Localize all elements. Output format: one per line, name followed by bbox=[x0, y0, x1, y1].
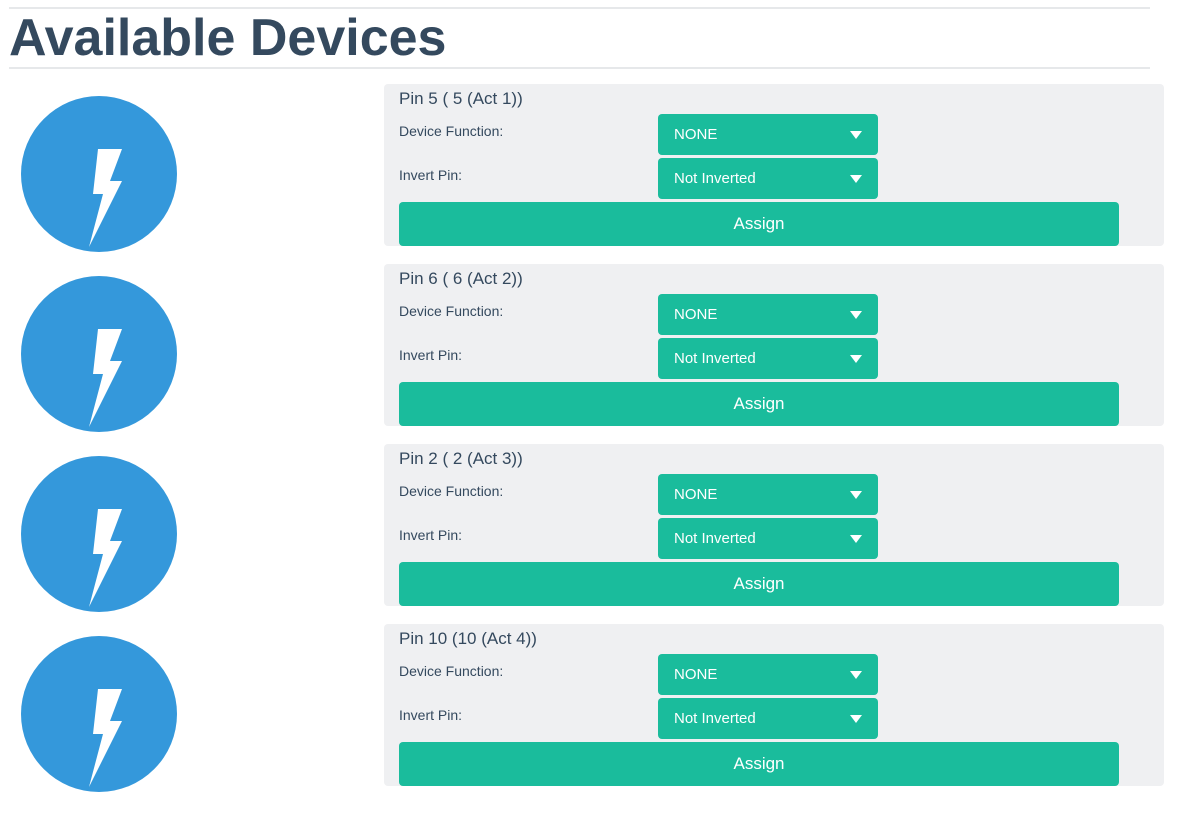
invert-pin-select[interactable]: Not Inverted bbox=[658, 338, 878, 379]
device-title: Pin 2 ( 2 (Act 3)) bbox=[399, 449, 523, 468]
device-avatar bbox=[21, 96, 177, 252]
invert-pin-label: Invert Pin: bbox=[399, 347, 463, 363]
invert-pin-value: Not Inverted bbox=[674, 530, 756, 547]
device-row: Pin 10 (10 (Act 4)) Device Function: NON… bbox=[0, 624, 1196, 792]
device-row: Pin 6 ( 6 (Act 2)) Device Function: NONE… bbox=[0, 264, 1196, 432]
chevron-down-icon bbox=[850, 491, 862, 499]
assign-button[interactable]: Assign bbox=[399, 202, 1119, 246]
lightning-bolt-icon bbox=[89, 689, 122, 787]
device-function-label: Device Function: bbox=[399, 123, 504, 139]
invert-pin-select[interactable]: Not Inverted bbox=[658, 518, 878, 559]
device-function-value: NONE bbox=[674, 486, 718, 503]
assign-button[interactable]: Assign bbox=[399, 742, 1119, 786]
device-function-label: Device Function: bbox=[399, 303, 504, 319]
invert-pin-value: Not Inverted bbox=[674, 350, 756, 367]
header-bottom-divider bbox=[9, 67, 1150, 69]
device-avatar bbox=[21, 636, 177, 792]
device-avatar bbox=[21, 456, 177, 612]
device-title: Pin 10 (10 (Act 4)) bbox=[399, 629, 537, 648]
lightning-bolt-icon bbox=[89, 329, 122, 427]
device-function-value: NONE bbox=[674, 306, 718, 323]
chevron-down-icon bbox=[850, 175, 862, 183]
device-card-pin-2: Pin 2 ( 2 (Act 3)) Device Function: NONE… bbox=[384, 444, 1164, 606]
invert-pin-label: Invert Pin: bbox=[399, 167, 463, 183]
available-devices-page: Available Devices Pin 5 ( 5 (Act 1)) Dev… bbox=[0, 0, 1196, 832]
device-avatar bbox=[21, 276, 177, 432]
invert-pin-select[interactable]: Not Inverted bbox=[658, 158, 878, 199]
invert-pin-label: Invert Pin: bbox=[399, 527, 463, 543]
device-row: Pin 5 ( 5 (Act 1)) Device Function: NONE… bbox=[0, 84, 1196, 252]
assign-button[interactable]: Assign bbox=[399, 382, 1119, 426]
device-card-pin-6: Pin 6 ( 6 (Act 2)) Device Function: NONE… bbox=[384, 264, 1164, 426]
device-card-pin-5: Pin 5 ( 5 (Act 1)) Device Function: NONE… bbox=[384, 84, 1164, 246]
assign-button[interactable]: Assign bbox=[399, 562, 1119, 606]
device-function-select[interactable]: NONE bbox=[658, 114, 878, 155]
device-title: Pin 5 ( 5 (Act 1)) bbox=[399, 89, 523, 108]
device-function-select[interactable]: NONE bbox=[658, 294, 878, 335]
lightning-bolt-icon bbox=[89, 149, 122, 247]
device-row: Pin 2 ( 2 (Act 3)) Device Function: NONE… bbox=[0, 444, 1196, 612]
chevron-down-icon bbox=[850, 131, 862, 139]
device-function-select[interactable]: NONE bbox=[658, 654, 878, 695]
invert-pin-label: Invert Pin: bbox=[399, 707, 463, 723]
lightning-bolt-icon bbox=[89, 509, 122, 607]
chevron-down-icon bbox=[850, 355, 862, 363]
device-function-label: Device Function: bbox=[399, 663, 504, 679]
invert-pin-select[interactable]: Not Inverted bbox=[658, 698, 878, 739]
device-function-select[interactable]: NONE bbox=[658, 474, 878, 515]
invert-pin-value: Not Inverted bbox=[674, 710, 756, 727]
device-function-value: NONE bbox=[674, 126, 718, 143]
chevron-down-icon bbox=[850, 535, 862, 543]
device-title: Pin 6 ( 6 (Act 2)) bbox=[399, 269, 523, 288]
chevron-down-icon bbox=[850, 671, 862, 679]
chevron-down-icon bbox=[850, 311, 862, 319]
device-function-label: Device Function: bbox=[399, 483, 504, 499]
page-title: Available Devices bbox=[9, 9, 447, 67]
invert-pin-value: Not Inverted bbox=[674, 170, 756, 187]
device-function-value: NONE bbox=[674, 666, 718, 683]
device-card-pin-10: Pin 10 (10 (Act 4)) Device Function: NON… bbox=[384, 624, 1164, 786]
chevron-down-icon bbox=[850, 715, 862, 723]
